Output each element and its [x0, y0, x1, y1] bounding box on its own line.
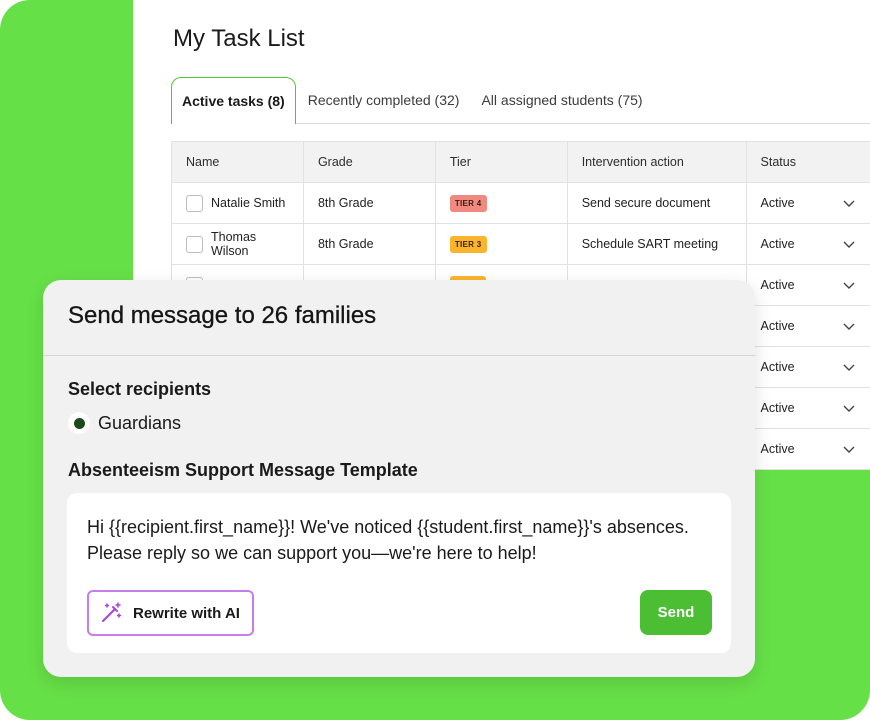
intervention-action-cell: Send secure document — [566, 182, 747, 224]
rewrite-with-ai-button[interactable]: Rewrite with AI — [87, 590, 254, 636]
message-box[interactable]: Hi {{recipient.first_name}}! We've notic… — [67, 493, 731, 653]
row-checkbox[interactable] — [186, 194, 203, 212]
chevron-down-icon[interactable] — [842, 360, 856, 374]
rewrite-label: Rewrite with AI — [133, 604, 240, 622]
chevron-down-icon[interactable] — [842, 319, 856, 333]
intervention-action-cell: Schedule SART meeting — [566, 223, 747, 265]
magic-wand-icon — [102, 602, 122, 622]
tab-all-assigned-students[interactable]: All assigned students (75) — [471, 77, 652, 123]
guardians-option[interactable]: Guardians — [68, 412, 181, 434]
row-checkbox[interactable] — [186, 235, 203, 253]
chevron-down-icon[interactable] — [842, 237, 856, 251]
grade-cell: 8th Grade — [302, 223, 436, 265]
modal-divider — [43, 355, 755, 356]
tab-bar: Active tasks (8) Recently completed (32)… — [171, 77, 870, 124]
chevron-down-icon[interactable] — [842, 442, 856, 456]
chevron-down-icon[interactable] — [842, 401, 856, 415]
status-text: Active — [760, 442, 795, 456]
tab-active-tasks[interactable]: Active tasks (8) — [171, 77, 296, 124]
status-text: Active — [760, 278, 795, 292]
student-name: Thomas Wilson — [211, 230, 257, 258]
column-header-tier[interactable]: Tier — [434, 141, 568, 183]
student-name: Natalie Smith — [211, 196, 286, 210]
chevron-down-icon[interactable] — [842, 278, 856, 292]
grade-cell: 8th Grade — [302, 182, 436, 224]
guardians-radio[interactable] — [68, 412, 90, 434]
send-message-modal: Send message to 26 families Select recip… — [43, 280, 755, 677]
page-title: My Task List — [173, 25, 305, 52]
column-header-grade[interactable]: Grade — [302, 141, 436, 183]
status-text: Active — [760, 401, 795, 415]
column-header-status[interactable]: Status — [745, 141, 870, 183]
column-header-name[interactable]: Name — [171, 141, 304, 183]
table-row[interactable]: Thomas Wilson 8th Grade TIER 3 Schedule … — [171, 223, 870, 265]
chevron-down-icon[interactable] — [842, 196, 856, 210]
message-text[interactable]: Hi {{recipient.first_name}}! We've notic… — [87, 514, 707, 566]
status-text: Active — [760, 196, 795, 210]
radio-selected-dot — [73, 417, 85, 429]
guardians-label: Guardians — [98, 412, 182, 433]
tab-recently-completed[interactable]: Recently completed (32) — [298, 77, 470, 123]
tier-badge: TIER 4 — [449, 194, 487, 212]
status-text: Active — [760, 237, 795, 251]
tier-badge: TIER 3 — [449, 235, 487, 253]
recipients-label: Select recipients — [68, 379, 212, 399]
template-label: Absenteeism Support Message Template — [68, 460, 418, 480]
status-text: Active — [760, 360, 795, 374]
status-text: Active — [760, 319, 795, 333]
send-button[interactable]: Send — [640, 590, 712, 635]
modal-title: Send message to 26 families — [68, 302, 377, 329]
column-header-intervention-action[interactable]: Intervention action — [566, 141, 747, 183]
table-row[interactable]: Natalie Smith 8th Grade TIER 4 Send secu… — [171, 182, 870, 224]
table-header-row: Name Grade Tier Intervention action Stat… — [171, 141, 870, 183]
